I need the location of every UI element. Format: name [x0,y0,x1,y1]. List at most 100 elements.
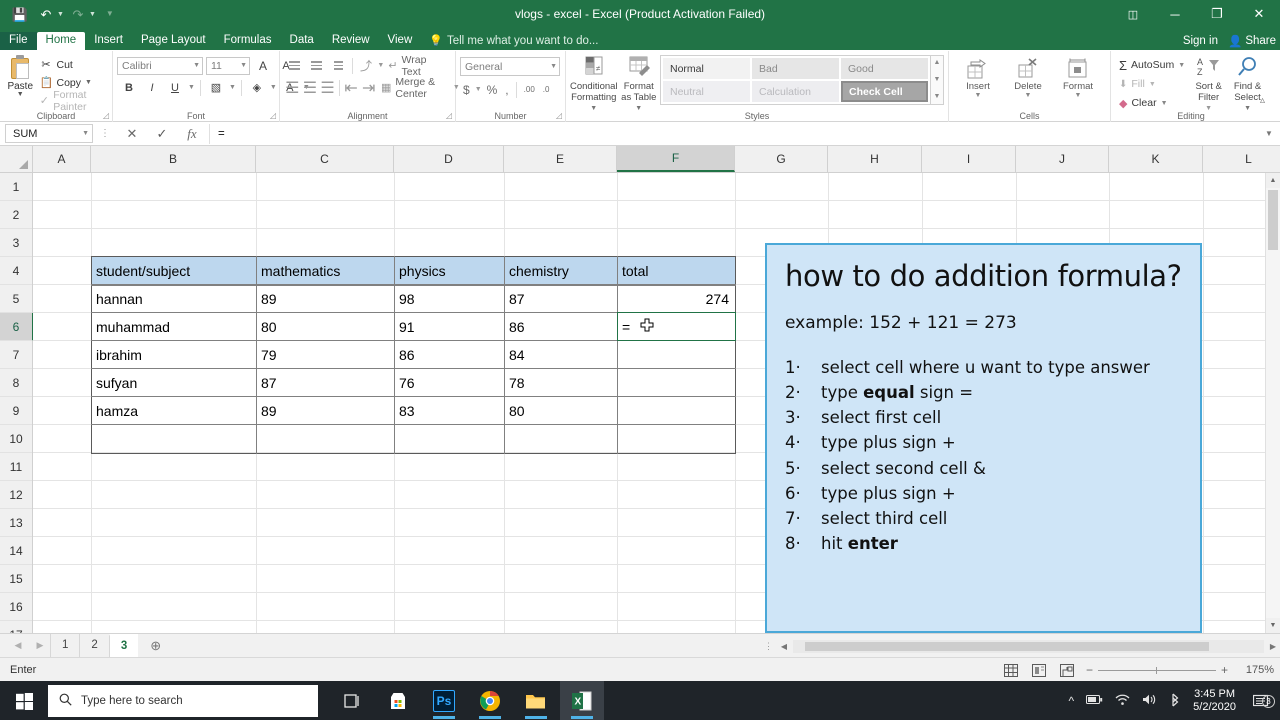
cell-F7[interactable] [618,341,735,369]
name-box[interactable]: SUM ▼ [5,124,93,143]
row-header-11[interactable]: 11 [0,453,32,481]
paste-dropdown-icon[interactable]: ▼ [17,91,24,98]
wifi-icon[interactable] [1115,694,1130,709]
collapse-ribbon-icon[interactable]: ▵ [1260,95,1265,106]
row-header-12[interactable]: 12 [0,481,32,509]
insert-function-button[interactable]: fx [177,124,207,144]
ribbon-display-options-icon[interactable]: ◫ [1112,0,1154,28]
tab-formulas[interactable]: Formulas [215,32,281,51]
expand-formula-bar-icon[interactable]: ▼ [1260,129,1278,138]
minimize-button[interactable]: ─ [1154,0,1196,28]
photoshop-icon[interactable]: Ps [422,681,466,720]
italic-button[interactable]: I [142,78,162,97]
volume-icon[interactable] [1142,693,1157,709]
enter-formula-button[interactable]: ✓ [147,124,177,144]
delete-dropdown-icon[interactable]: ▼ [1025,92,1032,99]
alignment-dialog-launcher[interactable]: ◿ [446,111,452,120]
redo-dropdown-icon[interactable]: ▼ [89,11,96,18]
sheet-tab-2[interactable]: 2 [79,633,108,658]
cell-D7[interactable]: 86 [395,341,504,369]
decrease-decimal-icon[interactable]: .0 [540,80,553,99]
borders-dropdown-icon[interactable]: ▼ [229,84,236,91]
cells-area[interactable]: student/subject mathematics physics chem… [33,173,1280,633]
number-format-select[interactable]: General ▼ [460,57,560,76]
cell-F8[interactable] [618,369,735,397]
cell-B10[interactable] [92,425,256,453]
font-dialog-launcher[interactable]: ◿ [270,111,276,120]
row-header-16[interactable]: 16 [0,593,32,621]
microsoft-store-icon[interactable] [376,681,420,720]
sort-filter-button[interactable]: A Z Sort & Filter ▼ [1189,55,1228,114]
horizontal-scrollbar[interactable] [793,639,1264,653]
row-header-3[interactable]: 3 [0,229,32,257]
zoom-level[interactable]: 175% [1238,664,1274,676]
fill-color-dropdown-icon[interactable]: ▼ [270,84,277,91]
cell-D4[interactable]: physics [395,257,504,285]
gallery-more-icon[interactable]: ▼ [931,90,943,104]
number-dialog-launcher[interactable]: ◿ [556,111,562,120]
format-as-table-button[interactable]: Format as Table ▼ [620,55,658,114]
fill-button[interactable]: ⬇ Fill ▼ [1115,75,1189,93]
align-center-icon[interactable]: ☰ [302,78,319,97]
scroll-left-icon[interactable]: ◀ [777,642,791,651]
taskbar-search[interactable]: Type here to search [48,685,318,717]
column-header-G[interactable]: G [735,146,828,172]
orientation-dropdown-icon[interactable]: ▼ [377,62,384,69]
currency-dropdown-icon[interactable]: ▼ [475,86,482,93]
cell-C8[interactable]: 87 [257,369,394,397]
horizontal-scroll-thumb[interactable] [805,641,1209,651]
format-painter-button[interactable]: ✓ Format Painter [36,89,108,113]
cell-B6[interactable]: muhammad [92,313,256,341]
row-header-5[interactable]: 5 [0,285,32,313]
column-header-A[interactable]: A [33,146,91,172]
file-explorer-icon[interactable] [514,681,558,720]
align-left-icon[interactable]: ☰ [284,78,301,97]
paste-button[interactable]: Paste ▼ [4,54,36,98]
column-header-E[interactable]: E [504,146,617,172]
percent-format-icon[interactable]: % [484,80,501,99]
tell-me-search[interactable]: 💡 Tell me what you want to do... [421,31,606,50]
column-header-L[interactable]: L [1203,146,1280,172]
column-header-F[interactable]: F [617,146,735,172]
cell-B4[interactable]: student/subject [92,257,256,285]
row-header-17[interactable]: 17 [0,621,32,633]
previous-sheet-icon[interactable]: ◀ [8,640,28,651]
restore-button[interactable]: ❐ [1196,0,1238,28]
undo-icon[interactable]: ↶ [34,3,58,25]
row-header-2[interactable]: 2 [0,201,32,229]
style-normal[interactable]: Normal [663,58,750,79]
style-bad[interactable]: Bad [752,58,839,79]
cell-E6[interactable]: 86 [505,313,617,341]
vertical-scroll-thumb[interactable] [1268,190,1278,250]
cell-E10[interactable] [505,425,617,453]
cell-B5[interactable]: hannan [92,285,256,313]
cell-D9[interactable]: 83 [395,397,504,425]
taskbar-clock[interactable]: 3:45 PM 5/2/2020 [1193,688,1236,714]
row-header-15[interactable]: 15 [0,565,32,593]
style-good[interactable]: Good [841,58,928,79]
cell-D8[interactable]: 76 [395,369,504,397]
delete-cells-button[interactable]: Delete ▼ [1003,55,1053,99]
column-header-H[interactable]: H [828,146,922,172]
font-size-select[interactable]: 11 ▼ [206,56,250,75]
wrap-text-button[interactable]: ↵ Wrap Text [385,54,451,78]
align-bottom-icon[interactable] [328,56,349,75]
row-header-14[interactable]: 14 [0,537,32,565]
undo-dropdown-icon[interactable]: ▼ [57,11,64,18]
decrease-indent-icon[interactable]: ⇤ [343,78,360,97]
row-header-4[interactable]: 4 [0,257,32,285]
row-header-10[interactable]: 10 [0,425,32,453]
font-name-select[interactable]: Calibri ▼ [117,56,203,75]
cell-E8[interactable]: 78 [505,369,617,397]
sheet-tab-3[interactable]: 3 [108,633,139,658]
formula-input[interactable]: = [209,123,1260,144]
align-right-icon[interactable]: ☰ [319,78,336,97]
fill-color-icon[interactable]: ◈ [247,78,267,97]
bluetooth-icon[interactable] [1169,693,1181,710]
align-top-icon[interactable] [284,56,305,75]
increase-decimal-icon[interactable]: .00 [521,80,538,99]
insert-dropdown-icon[interactable]: ▼ [975,92,982,99]
redo-icon[interactable]: ↷ [66,3,90,25]
tab-data[interactable]: Data [281,32,323,51]
sign-in-button[interactable]: Sign in [1183,35,1218,47]
